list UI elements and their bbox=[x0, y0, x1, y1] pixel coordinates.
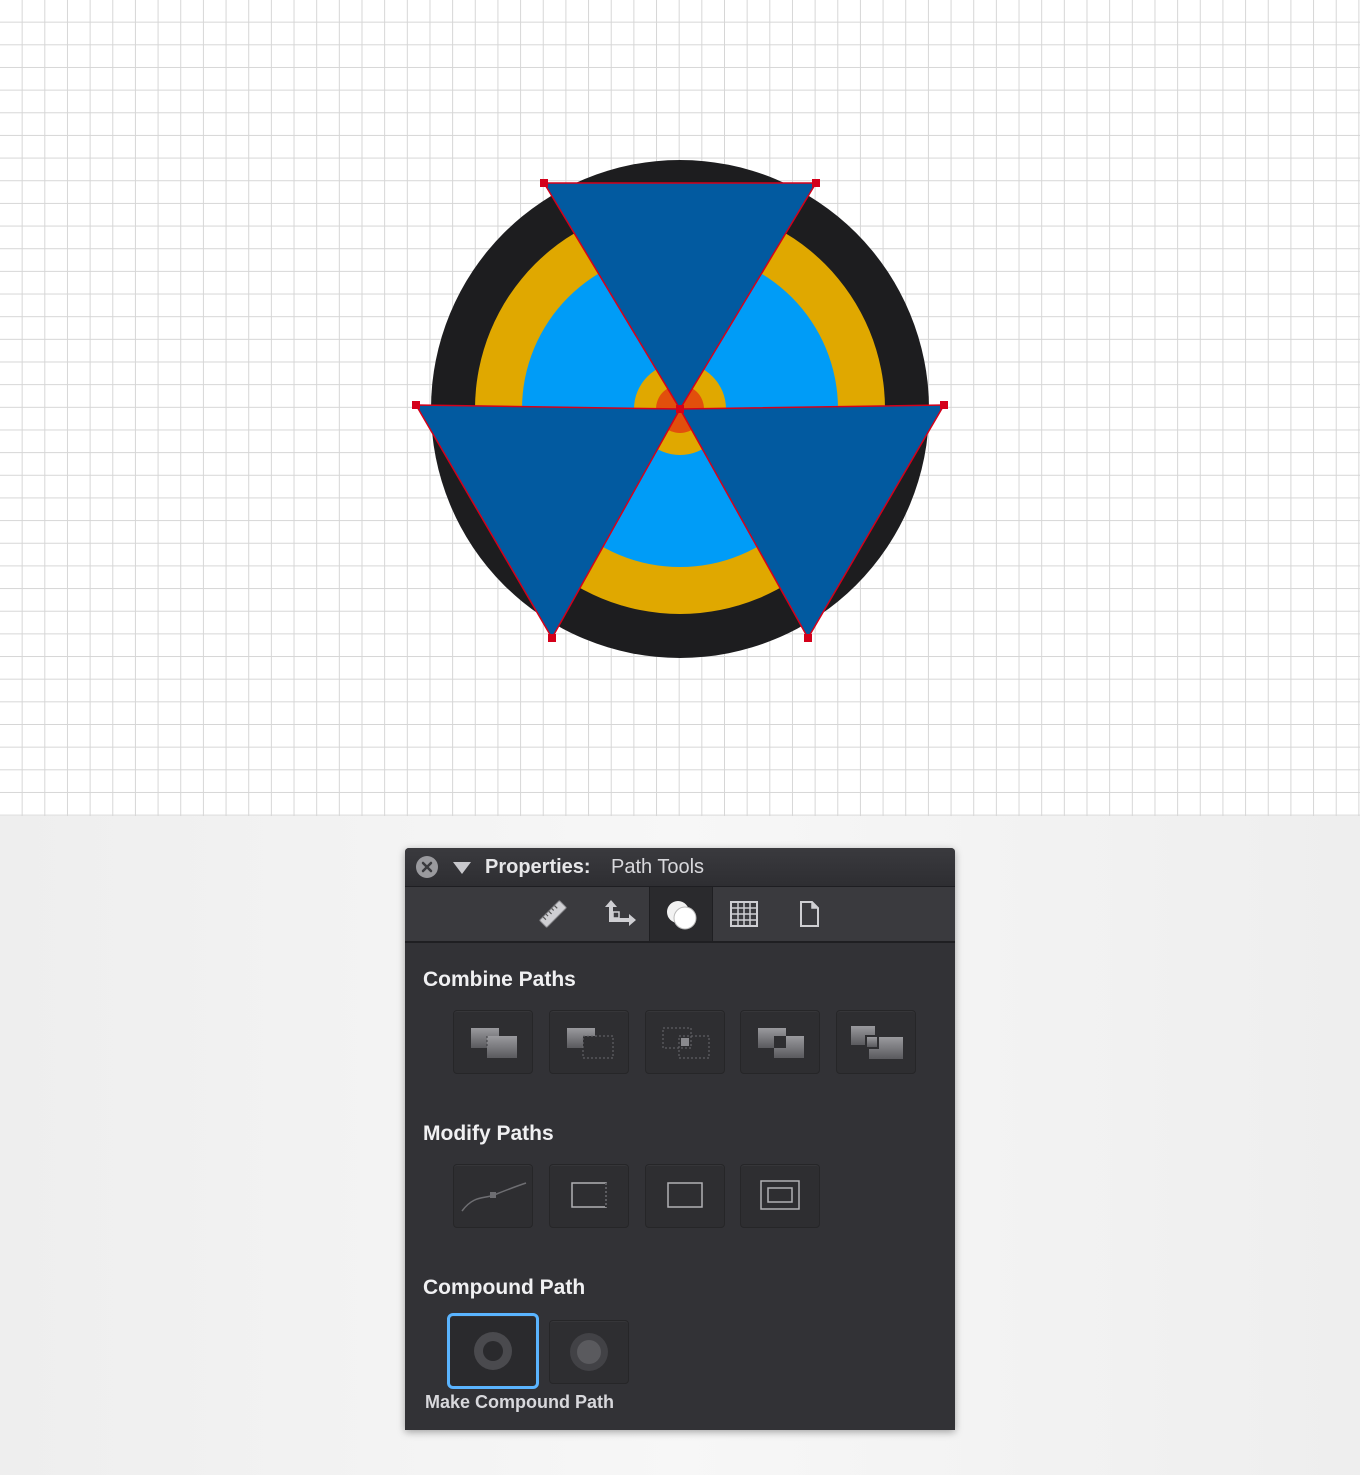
reverse-path-button[interactable] bbox=[645, 1164, 725, 1228]
curve-icon bbox=[461, 1182, 527, 1212]
simplify-path-button[interactable] bbox=[453, 1164, 533, 1228]
tab-transform[interactable] bbox=[586, 887, 648, 941]
panel-title: Properties: bbox=[485, 856, 591, 878]
tab-ruler[interactable] bbox=[522, 887, 584, 941]
tab-grid[interactable] bbox=[713, 887, 775, 941]
exclude-icon bbox=[758, 1028, 804, 1058]
compound-path-heading: Compound Path bbox=[423, 1276, 586, 1299]
union-icon bbox=[471, 1028, 517, 1058]
offset-path-button[interactable] bbox=[740, 1164, 820, 1228]
anchor-point[interactable] bbox=[548, 634, 556, 642]
tab-document[interactable] bbox=[778, 887, 840, 941]
subtract-button[interactable] bbox=[549, 1010, 629, 1074]
close-button[interactable] bbox=[416, 856, 438, 878]
panel-header: Properties: Path Tools bbox=[405, 848, 955, 887]
intersect-icon bbox=[662, 1027, 710, 1059]
divide-button[interactable] bbox=[836, 1010, 916, 1074]
anchor-point[interactable] bbox=[676, 405, 684, 413]
outline-rect-icon bbox=[571, 1182, 607, 1208]
drawing-canvas[interactable] bbox=[0, 0, 1360, 816]
anchor-point[interactable] bbox=[812, 179, 820, 187]
compound-ring-icon bbox=[474, 1332, 512, 1370]
radiation-symbol-artwork[interactable] bbox=[0, 0, 1360, 816]
rectangle-icon bbox=[667, 1182, 703, 1208]
close-icon bbox=[421, 861, 433, 873]
intersect-button[interactable] bbox=[645, 1010, 725, 1074]
document-icon bbox=[800, 901, 819, 927]
disclosure-triangle-icon[interactable] bbox=[453, 862, 471, 874]
nested-rect-icon bbox=[760, 1180, 800, 1210]
divide-icon bbox=[851, 1026, 903, 1059]
make-compound-path-button[interactable] bbox=[447, 1313, 539, 1389]
outline-path-button[interactable] bbox=[549, 1164, 629, 1228]
ruler-icon bbox=[539, 900, 567, 928]
combine-paths-heading: Combine Paths bbox=[423, 968, 576, 991]
inspector-tab-bar bbox=[405, 887, 955, 943]
union-button[interactable] bbox=[453, 1010, 533, 1074]
release-compound-path-button[interactable] bbox=[549, 1320, 629, 1384]
properties-panel: Properties: Path Tools Combine Paths Mod… bbox=[405, 848, 955, 1430]
anchor-point[interactable] bbox=[412, 401, 420, 409]
anchor-point[interactable] bbox=[804, 634, 812, 642]
anchor-point[interactable] bbox=[940, 401, 948, 409]
panel-subtitle: Path Tools bbox=[611, 856, 705, 878]
anchor-point[interactable] bbox=[540, 179, 548, 187]
subtract-icon bbox=[567, 1028, 614, 1059]
modify-paths-heading: Modify Paths bbox=[423, 1122, 554, 1145]
path-tools-icon bbox=[667, 901, 697, 930]
grid-icon bbox=[730, 901, 758, 927]
transform-icon bbox=[605, 900, 636, 926]
button-caption: Make Compound Path bbox=[425, 1392, 615, 1412]
tab-path-tools[interactable] bbox=[649, 887, 713, 941]
exclude-button[interactable] bbox=[740, 1010, 820, 1074]
solid-disc-icon bbox=[570, 1333, 608, 1371]
